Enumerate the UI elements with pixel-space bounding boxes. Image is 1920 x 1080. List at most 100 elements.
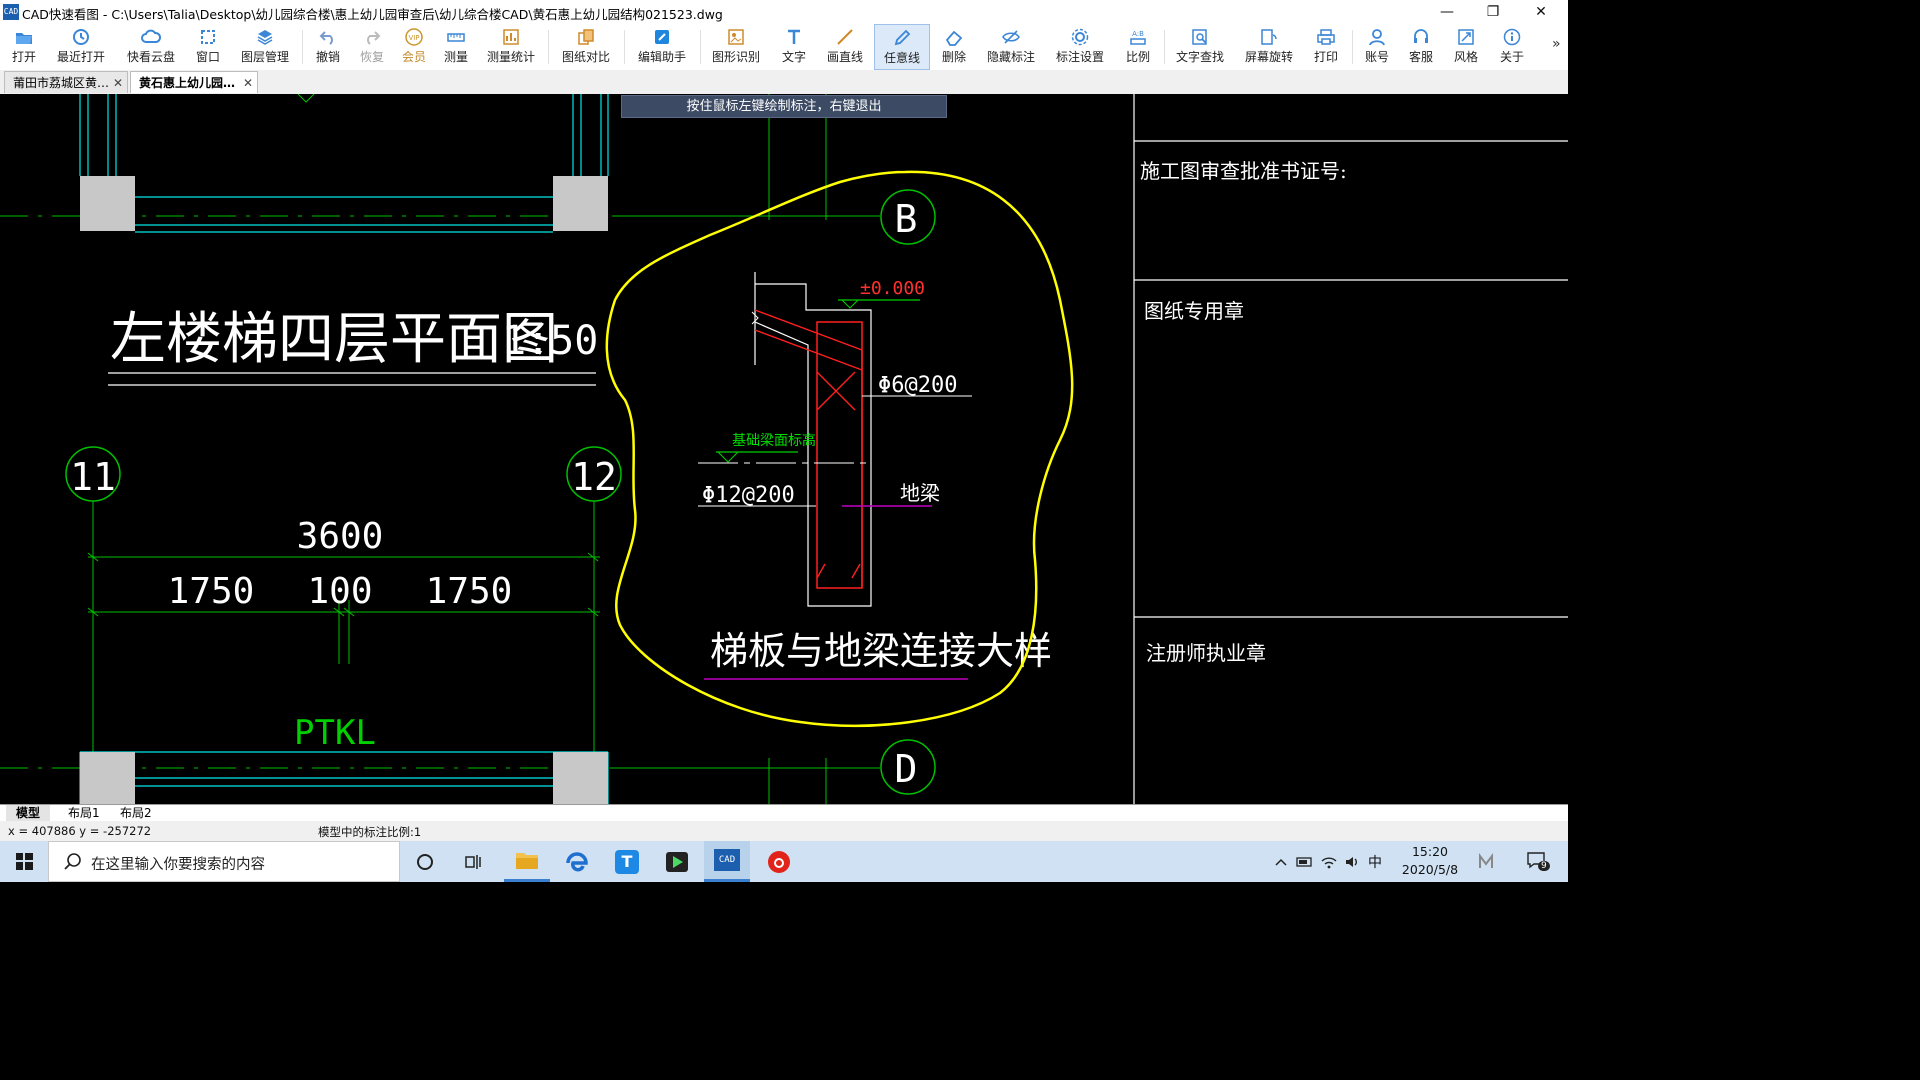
- volume-icon[interactable]: [1344, 855, 1362, 869]
- customer-service-button[interactable]: 客服: [1402, 24, 1440, 70]
- bottom-wall-structure: [79, 751, 609, 804]
- show-desktop-logo-icon[interactable]: [1478, 853, 1502, 871]
- doc-tab-2[interactable]: 黄石惠上幼儿园… ✕: [130, 71, 258, 93]
- eraser-icon: [945, 30, 963, 46]
- redo-button[interactable]: 恢复: [352, 24, 392, 70]
- ime-indicator[interactable]: 中: [1368, 852, 1382, 872]
- taskbar-music-app[interactable]: [756, 841, 802, 882]
- account-button[interactable]: 账号: [1358, 24, 1396, 70]
- notification-count-badge: 9: [1538, 861, 1550, 871]
- rotate-screen-button[interactable]: 屏幕旋转: [1238, 24, 1300, 70]
- draw-line-button[interactable]: 画直线: [820, 24, 870, 70]
- tab-model[interactable]: 模型: [6, 805, 51, 821]
- task-view-button[interactable]: [450, 841, 496, 882]
- measure-button[interactable]: 测量: [436, 24, 476, 70]
- cloud-disk-button[interactable]: 快看云盘: [120, 24, 182, 70]
- toolbar-separator: [1352, 30, 1353, 64]
- ruler-icon: [447, 33, 465, 42]
- about-label: 关于: [1499, 50, 1524, 64]
- edit-assistant-button[interactable]: 编辑助手: [632, 24, 692, 70]
- dim-mid: 100: [307, 571, 372, 612]
- drawing-canvas[interactable]: 左楼梯四层平面图 1:50 11 12 3600 1750 100 1750 P…: [0, 94, 1568, 804]
- battery-icon[interactable]: [1296, 855, 1314, 869]
- freehand-pen-icon: [894, 29, 911, 46]
- measure-stats-button[interactable]: 测量统计: [482, 24, 540, 70]
- taskbar-edge[interactable]: [554, 841, 600, 882]
- window-button[interactable]: 窗口: [188, 24, 228, 70]
- taskbar-video-player[interactable]: [654, 841, 700, 882]
- window-title: CAD快速看图 - C:\Users\Talia\Desktop\幼儿园综合楼\…: [22, 7, 723, 22]
- recent-open-button[interactable]: 最近打开: [50, 24, 112, 70]
- top-wall-structure: [79, 94, 609, 233]
- taskbar-search-box[interactable]: 在这里输入你要搜索的内容: [48, 841, 400, 882]
- freehand-line-button[interactable]: 任意线: [874, 24, 930, 70]
- about-button[interactable]: 关于: [1492, 24, 1532, 70]
- taskbar-tao-app[interactable]: T: [604, 841, 650, 882]
- wifi-icon[interactable]: [1320, 855, 1338, 869]
- doc-tab-2-close-icon[interactable]: ✕: [243, 72, 253, 94]
- tab-layout-2[interactable]: 布局2: [110, 805, 162, 821]
- scale-icon-text: A:B: [1132, 30, 1144, 38]
- clock-date: 2020/5/8: [1401, 862, 1459, 877]
- vip-icon: VIP: [405, 28, 423, 46]
- taskbar-file-explorer[interactable]: [504, 841, 550, 882]
- vip-button[interactable]: VIP 会员: [394, 24, 434, 70]
- axis-bubble-12: 12: [566, 446, 622, 502]
- doc-tab-1-close-icon[interactable]: ✕: [113, 72, 123, 94]
- doc-tab-1[interactable]: 莆田市荔城区黄… ✕: [4, 71, 128, 93]
- rotate-screen-icon: [1261, 29, 1277, 45]
- scale-button[interactable]: A:B 比例: [1118, 24, 1158, 70]
- text-button[interactable]: 文字: [774, 24, 814, 70]
- toolbar-separator: [700, 30, 701, 64]
- customer-service-label: 客服: [1408, 50, 1433, 64]
- cortana-button[interactable]: [402, 841, 448, 882]
- tao-app-icon: T: [615, 849, 639, 874]
- beam-label: PTKL: [294, 713, 376, 753]
- recent-open-label: 最近打开: [56, 50, 105, 64]
- cloud-disk-label: 快看云盘: [126, 50, 175, 64]
- shape-recognize-button[interactable]: 图形识别: [706, 24, 766, 70]
- close-button[interactable]: ✕: [1518, 0, 1564, 24]
- text-search-label: 文字查找: [1175, 50, 1224, 64]
- windows-taskbar: 在这里输入你要搜索的内容 T CAD 中 15:20 2020/5/8 9: [0, 841, 1568, 882]
- text-search-button[interactable]: 文字查找: [1170, 24, 1230, 70]
- restore-button[interactable]: ❐: [1470, 0, 1516, 24]
- tray-chevron-up-icon[interactable]: [1274, 855, 1288, 869]
- hide-annotation-label: 隐藏标注: [986, 50, 1035, 64]
- engineer-seal-label: 注册师执业章: [1146, 641, 1266, 665]
- layer-manager-button[interactable]: 图层管理: [236, 24, 294, 70]
- system-clock[interactable]: 15:20 2020/5/8: [1392, 843, 1468, 879]
- scale-label: 比例: [1125, 50, 1150, 64]
- measure-stats-label: 测量统计: [486, 50, 535, 64]
- style-button[interactable]: 风格: [1446, 24, 1486, 70]
- toolbar-more-button[interactable]: »: [1552, 36, 1561, 52]
- action-center-button[interactable]: 9: [1526, 851, 1550, 873]
- tab-layout-1[interactable]: 布局1: [58, 805, 110, 821]
- cortana-circle-icon: [417, 853, 433, 870]
- compare-button[interactable]: 图纸对比: [556, 24, 616, 70]
- approval-number-label: 施工图审查批准书证号:: [1140, 159, 1347, 183]
- account-label: 账号: [1364, 50, 1389, 64]
- minimize-button[interactable]: —: [1424, 0, 1470, 24]
- axis-label-d: D: [895, 747, 918, 791]
- vip-label: 会员: [401, 50, 426, 64]
- taskbar-cad-viewer[interactable]: CAD: [704, 841, 750, 882]
- open-button[interactable]: 打开: [4, 24, 44, 70]
- annotation-settings-label: 标注设置: [1055, 50, 1104, 64]
- compare-label: 图纸对比: [561, 50, 610, 64]
- compare-icon: [578, 29, 594, 45]
- column-bottom-right: [553, 752, 608, 804]
- start-button[interactable]: [0, 841, 48, 882]
- ground-beam-label: 地梁: [900, 481, 940, 505]
- hide-annotation-button[interactable]: 隐藏标注: [982, 24, 1040, 70]
- annotation-settings-icon: [1071, 28, 1089, 46]
- undo-button[interactable]: 撤销: [308, 24, 348, 70]
- annotation-scale-status: 模型中的标注比例:1: [318, 825, 422, 839]
- delete-button[interactable]: 删除: [934, 24, 974, 70]
- dim-right: 1750: [426, 571, 513, 612]
- search-placeholder: 在这里输入你要搜索的内容: [91, 857, 265, 873]
- annotation-settings-button[interactable]: 标注设置: [1050, 24, 1110, 70]
- toolbar-separator: [1164, 30, 1165, 64]
- shape-recognize-label: 图形识别: [711, 50, 760, 64]
- print-button[interactable]: 打印: [1306, 24, 1346, 70]
